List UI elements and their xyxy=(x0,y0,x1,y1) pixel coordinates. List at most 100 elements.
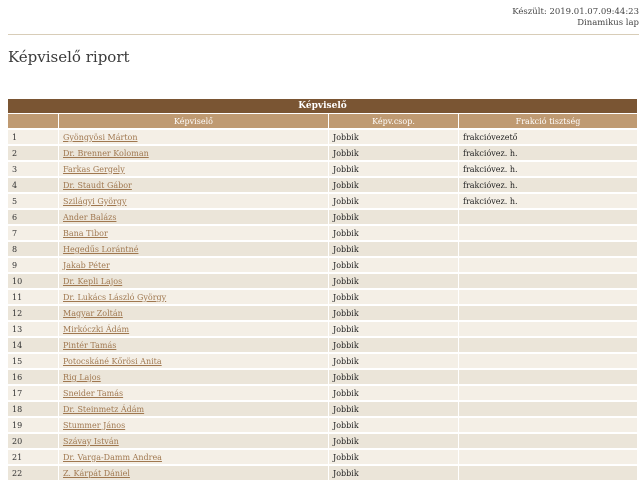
representative-link[interactable]: Stummer János xyxy=(63,421,125,430)
table-row: 3 Farkas Gergely Jobbik frakcióvez. h. xyxy=(8,160,639,176)
representative-cell: Bana Tibor xyxy=(59,224,329,240)
row-number: 13 xyxy=(8,320,59,336)
representative-link[interactable]: Dr. Kepli Lajos xyxy=(63,277,122,286)
faction-group-cell: Jobbik xyxy=(329,288,459,304)
row-number: 4 xyxy=(8,176,59,192)
table-row: 17 Sneider Tamás Jobbik xyxy=(8,384,639,400)
faction-role-cell: frakcióvez. h. xyxy=(459,176,639,192)
header-divider xyxy=(8,34,639,35)
table-row: 22 Z. Kárpát Dániel Jobbik xyxy=(8,464,639,480)
faction-group-cell: Jobbik xyxy=(329,416,459,432)
page-title: Képviselő riport xyxy=(8,48,130,66)
table-row: 12 Magyar Zoltán Jobbik xyxy=(8,304,639,320)
representatives-table: Képviselő Képviselő Képv.csop. Frakció t… xyxy=(8,99,639,480)
faction-group-cell: Jobbik xyxy=(329,256,459,272)
table-row: 13 Mirkóczki Ádám Jobbik xyxy=(8,320,639,336)
representative-link[interactable]: Bana Tibor xyxy=(63,229,108,238)
column-header-group[interactable]: Képv.csop. xyxy=(329,113,459,128)
faction-role-cell xyxy=(459,432,639,448)
column-header-representative[interactable]: Képviselő xyxy=(59,113,329,128)
row-number: 21 xyxy=(8,448,59,464)
representative-link[interactable]: Jakab Péter xyxy=(63,261,110,270)
representative-link[interactable]: Ander Balázs xyxy=(63,213,116,222)
row-number: 17 xyxy=(8,384,59,400)
representative-link[interactable]: Z. Kárpát Dániel xyxy=(63,469,130,478)
representative-cell: Dr. Steinmetz Ádám xyxy=(59,400,329,416)
report-meta: Készült: 2019.01.07.09:44:23 Dinamikus l… xyxy=(512,7,639,29)
faction-group-cell: Jobbik xyxy=(329,336,459,352)
faction-role-cell xyxy=(459,336,639,352)
table-row: 20 Szávay István Jobbik xyxy=(8,432,639,448)
faction-role-cell xyxy=(459,304,639,320)
representative-cell: Dr. Brenner Koloman xyxy=(59,144,329,160)
row-number: 2 xyxy=(8,144,59,160)
representative-cell: Dr. Varga-Damm Andrea xyxy=(59,448,329,464)
column-header-number xyxy=(8,113,59,128)
representative-cell: Rig Lajos xyxy=(59,368,329,384)
faction-group-cell: Jobbik xyxy=(329,160,459,176)
representative-link[interactable]: Dr. Steinmetz Ádám xyxy=(63,405,144,414)
representative-link[interactable]: Hegedűs Lorántné xyxy=(63,245,138,254)
table-group-header: Képviselő xyxy=(8,99,639,113)
faction-role-cell xyxy=(459,224,639,240)
table-row: 2 Dr. Brenner Koloman Jobbik frakcióvez. h. xyxy=(8,144,639,160)
faction-role-cell xyxy=(459,400,639,416)
representative-link[interactable]: Szávay István xyxy=(63,437,119,446)
representative-link[interactable]: Rig Lajos xyxy=(63,373,101,382)
representative-link[interactable]: Szilágyi György xyxy=(63,197,127,206)
row-number: 6 xyxy=(8,208,59,224)
representative-link[interactable]: Farkas Gergely xyxy=(63,165,125,174)
faction-group-cell: Jobbik xyxy=(329,368,459,384)
faction-role-cell xyxy=(459,256,639,272)
representative-link[interactable]: Dr. Varga-Damm Andrea xyxy=(63,453,162,462)
representative-link[interactable]: Dr. Brenner Koloman xyxy=(63,149,149,158)
row-number: 5 xyxy=(8,192,59,208)
faction-role-cell xyxy=(459,368,639,384)
representative-cell: Mirkóczki Ádám xyxy=(59,320,329,336)
representative-link[interactable]: Dr. Lukács László György xyxy=(63,293,166,302)
table-row: 15 Potocskáné Kőrösi Anita Jobbik xyxy=(8,352,639,368)
table-row: 10 Dr. Kepli Lajos Jobbik xyxy=(8,272,639,288)
representative-cell: Dr. Kepli Lajos xyxy=(59,272,329,288)
representative-link[interactable]: Pintér Tamás xyxy=(63,341,116,350)
faction-group-cell: Jobbik xyxy=(329,240,459,256)
representative-cell: Dr. Staudt Gábor xyxy=(59,176,329,192)
faction-role-cell xyxy=(459,320,639,336)
table-row: 11 Dr. Lukács László György Jobbik xyxy=(8,288,639,304)
faction-group-cell: Jobbik xyxy=(329,352,459,368)
representative-cell: Z. Kárpát Dániel xyxy=(59,464,329,480)
table-row: 7 Bana Tibor Jobbik xyxy=(8,224,639,240)
representative-cell: Hegedűs Lorántné xyxy=(59,240,329,256)
representative-link[interactable]: Potocskáné Kőrösi Anita xyxy=(63,357,162,366)
table-row: 8 Hegedűs Lorántné Jobbik xyxy=(8,240,639,256)
table-row: 6 Ander Balázs Jobbik xyxy=(8,208,639,224)
column-header-faction-role[interactable]: Frakció tisztség xyxy=(459,113,639,128)
row-number: 16 xyxy=(8,368,59,384)
faction-role-cell xyxy=(459,208,639,224)
faction-group-cell: Jobbik xyxy=(329,144,459,160)
faction-group-cell: Jobbik xyxy=(329,400,459,416)
table-row: 19 Stummer János Jobbik xyxy=(8,416,639,432)
representative-cell: Farkas Gergely xyxy=(59,160,329,176)
representative-link[interactable]: Sneider Tamás xyxy=(63,389,123,398)
faction-role-cell: frakcióvez. h. xyxy=(459,192,639,208)
faction-group-cell: Jobbik xyxy=(329,448,459,464)
faction-role-cell xyxy=(459,352,639,368)
faction-group-cell: Jobbik xyxy=(329,224,459,240)
representative-cell: Szávay István xyxy=(59,432,329,448)
representative-link[interactable]: Gyöngyösi Márton xyxy=(63,133,138,142)
representative-link[interactable]: Magyar Zoltán xyxy=(63,309,123,318)
representative-cell: Pintér Tamás xyxy=(59,336,329,352)
representative-link[interactable]: Dr. Staudt Gábor xyxy=(63,181,132,190)
faction-role-cell xyxy=(459,272,639,288)
row-number: 12 xyxy=(8,304,59,320)
faction-group-cell: Jobbik xyxy=(329,432,459,448)
row-number: 22 xyxy=(8,464,59,480)
faction-role-cell xyxy=(459,240,639,256)
faction-role-cell xyxy=(459,288,639,304)
row-number: 9 xyxy=(8,256,59,272)
representative-link[interactable]: Mirkóczki Ádám xyxy=(63,325,129,334)
representative-cell: Sneider Tamás xyxy=(59,384,329,400)
row-number: 20 xyxy=(8,432,59,448)
row-number: 14 xyxy=(8,336,59,352)
